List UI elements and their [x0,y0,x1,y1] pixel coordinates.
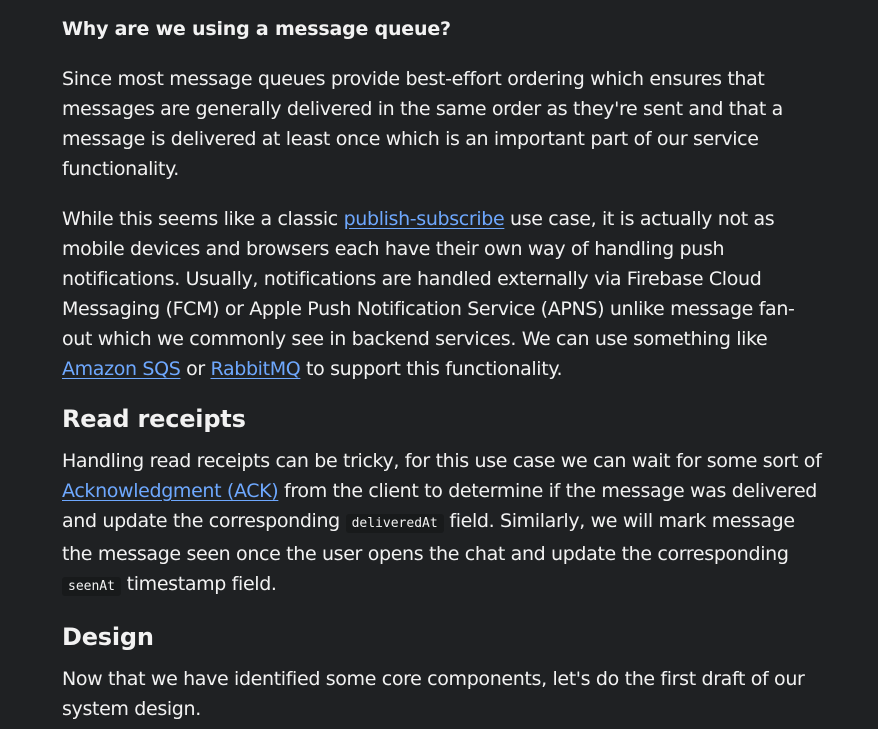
heading-design: Design [62,623,154,651]
article-content: Why are we using a message queue? Since … [62,14,822,729]
paragraph-message-queue-ordering: Since most message queues provide best-e… [62,68,783,180]
question-heading: Why are we using a message queue? [62,18,451,40]
paragraph-read-receipts: Handling read receipts can be tricky, fo… [62,446,822,602]
link-publish-subscribe[interactable]: publish-subscribe [344,208,505,230]
text-segment: While this seems like a classic [62,208,344,230]
text-segment: or [180,358,211,380]
link-amazon-sqs[interactable]: Amazon SQS [62,358,181,380]
link-rabbitmq[interactable]: RabbitMQ [211,358,301,380]
heading-read-receipts: Read receipts [62,405,246,433]
link-acknowledgment[interactable]: Acknowledgment (ACK) [62,480,279,502]
code-seen-at: seenAt [62,577,121,596]
paragraph-publish-subscribe: While this seems like a classic publish-… [62,204,822,384]
code-delivered-at: deliveredAt [345,514,444,533]
paragraph-design: Now that we have identified some core co… [62,668,805,720]
text-segment: Handling read receipts can be tricky, fo… [62,450,822,472]
article-page: Why are we using a message queue? Since … [0,0,878,729]
text-segment: to support this functionality. [300,358,563,380]
text-segment: timestamp field. [120,573,277,595]
